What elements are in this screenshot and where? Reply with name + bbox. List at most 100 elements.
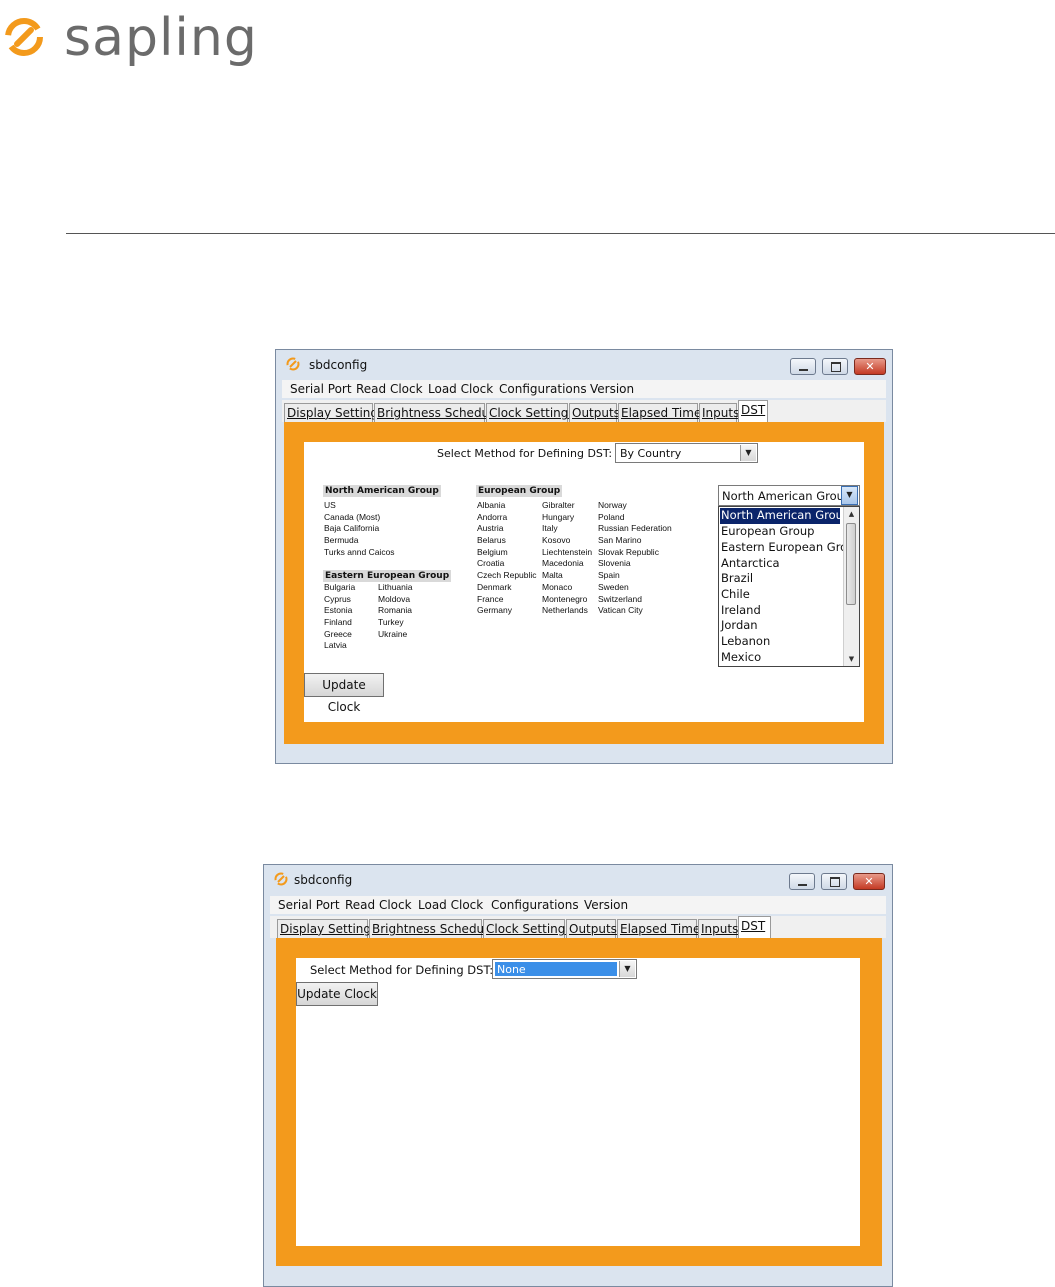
tab-display-settings[interactable]: Display Settings — [277, 919, 377, 938]
method-select[interactable]: By Country ▼ — [615, 443, 758, 463]
country-item: Romania — [378, 605, 413, 616]
country-item: Cyprus — [324, 593, 351, 604]
menu-configurations[interactable]: Configurations — [491, 898, 579, 912]
country-item: Denmark — [477, 581, 512, 592]
country-item: Austria — [477, 523, 504, 534]
group-option[interactable]: Brazil — [720, 571, 753, 587]
group-option[interactable]: European Group — [720, 524, 814, 540]
country-item: Vatican City — [598, 605, 643, 616]
method-label: Select Method for Defining DST: — [310, 963, 494, 977]
tab-strip: Display Settings Brightness Schedule Clo… — [282, 400, 886, 422]
scrollbar-thumb[interactable] — [846, 523, 856, 605]
european-list-col2: Gibralter Hungary Italy Kosovo Liechtens… — [542, 500, 592, 617]
group-option[interactable]: Chile — [720, 587, 750, 603]
tab-inputs[interactable]: Inputs — [699, 403, 739, 422]
chevron-down-icon[interactable]: ▼ — [841, 486, 858, 505]
country-item: Czech Republic — [477, 570, 537, 581]
group-option[interactable]: Ireland — [720, 603, 761, 619]
minimize-icon — [798, 884, 807, 886]
country-item: Turkey — [378, 617, 404, 628]
menu-read-clock[interactable]: Read Clock — [345, 898, 412, 912]
menu-version[interactable]: Version — [584, 898, 628, 912]
eastern-european-list-col1: Bulgaria Cyprus Estonia Finland Greece L… — [324, 582, 355, 652]
tab-inputs[interactable]: Inputs — [698, 919, 738, 938]
close-button[interactable]: ✕ — [854, 358, 886, 375]
country-item: Slovak Republic — [598, 546, 659, 557]
tab-dst[interactable]: DST — [738, 916, 771, 938]
group-option[interactable]: Lebanon — [720, 634, 770, 650]
menu-read-clock[interactable]: Read Clock — [356, 382, 423, 396]
country-item: Albania — [477, 500, 506, 510]
group-option[interactable]: Eastern European Group — [720, 540, 859, 556]
country-item: Belgium — [477, 546, 508, 557]
menu-configurations[interactable]: Configurations — [499, 382, 587, 396]
country-item: Greece — [324, 628, 352, 639]
group-option-selected[interactable]: North American Group — [720, 508, 850, 524]
tab-display-settings[interactable]: Display Settings — [284, 403, 384, 422]
country-item: Belarus — [477, 535, 506, 546]
scroll-down-icon[interactable]: ▼ — [844, 652, 859, 666]
update-clock-button[interactable]: Update Clock — [296, 982, 378, 1006]
group-option[interactable]: Antarctica — [720, 556, 780, 572]
country-item: Baja California — [324, 523, 380, 534]
tab-elapsed-timer[interactable]: Elapsed Timer — [617, 919, 705, 938]
tab-clock-settings[interactable]: Clock Settings — [483, 919, 572, 938]
european-list-col1: Albania Andorra Austria Belarus Belgium … — [477, 500, 537, 617]
country-item: Gibralter — [542, 500, 575, 510]
title-bar: sbdconfig ✕ — [276, 350, 892, 378]
minimize-button[interactable] — [789, 873, 815, 890]
method-select-value: None — [497, 963, 526, 976]
group-select-value: North American Group — [722, 489, 852, 503]
dropdown-scrollbar[interactable]: ▲ ▼ — [843, 507, 859, 666]
country-item: Moldova — [378, 593, 411, 604]
method-label: Select Method for Defining DST: — [437, 447, 613, 460]
country-item: Bermuda — [324, 535, 359, 546]
country-item: Andorra — [477, 511, 508, 522]
close-icon: ✕ — [864, 875, 874, 888]
country-item: Macedonia — [542, 558, 584, 569]
tab-brightness-schedule[interactable]: Brightness Schedule — [369, 919, 495, 938]
country-item: Finland — [324, 617, 352, 628]
country-item: Russian Federation — [598, 523, 672, 534]
sbdconfig-window-none: sbdconfig ✕ Serial Port Read Clock Load … — [263, 864, 893, 1287]
sapling-logo-icon — [5, 18, 43, 56]
chevron-down-icon[interactable]: ▼ — [740, 445, 756, 461]
tab-elapsed-timer[interactable]: Elapsed Timer — [618, 403, 706, 422]
tab-outputs[interactable]: Outputs — [566, 919, 617, 938]
menu-load-clock[interactable]: Load Clock — [418, 898, 483, 912]
country-item: Slovenia — [598, 558, 631, 569]
country-item: Sweden — [598, 581, 629, 592]
menu-version[interactable]: Version — [590, 382, 634, 396]
tab-clock-settings[interactable]: Clock Settings — [486, 403, 575, 422]
window-title: sbdconfig — [294, 873, 353, 887]
country-item: France — [477, 593, 504, 604]
eastern-european-list-col2: Lithuania Moldova Romania Turkey Ukraine — [378, 582, 413, 640]
menu-serial-port[interactable]: Serial Port — [278, 898, 340, 912]
group-select[interactable]: North American Group ▼ — [718, 485, 860, 506]
method-select[interactable]: None ▼ — [492, 959, 637, 979]
tab-brightness-schedule[interactable]: Brightness Schedule — [374, 403, 500, 422]
group-option[interactable]: Mexico — [720, 650, 761, 666]
country-item: Spain — [598, 570, 620, 581]
european-group-heading: European Group — [476, 485, 563, 497]
group-option[interactable]: Jordan — [720, 618, 758, 634]
maximize-button[interactable] — [822, 358, 848, 375]
minimize-button[interactable] — [790, 358, 816, 375]
country-item: Malta — [542, 570, 563, 581]
tab-strip: Display Settings Brightness Schedule Clo… — [270, 916, 886, 938]
tab-dst[interactable]: DST — [738, 400, 768, 422]
chevron-down-icon[interactable]: ▼ — [619, 961, 635, 977]
scroll-up-icon[interactable]: ▲ — [844, 507, 859, 521]
minimize-icon — [799, 369, 808, 371]
menu-serial-port[interactable]: Serial Port — [290, 382, 352, 396]
method-select-value: By Country — [620, 447, 682, 460]
group-dropdown-list: North American Group European Group East… — [718, 506, 860, 667]
maximize-button[interactable] — [821, 873, 847, 890]
country-item: Croatia — [477, 558, 505, 569]
tab-outputs[interactable]: Outputs — [569, 403, 620, 422]
menu-load-clock[interactable]: Load Clock — [428, 382, 493, 396]
close-button[interactable]: ✕ — [853, 873, 885, 890]
country-item: Kosovo — [542, 535, 571, 546]
update-clock-button[interactable]: Update Clock — [304, 673, 384, 714]
country-item: Hungary — [542, 511, 575, 522]
